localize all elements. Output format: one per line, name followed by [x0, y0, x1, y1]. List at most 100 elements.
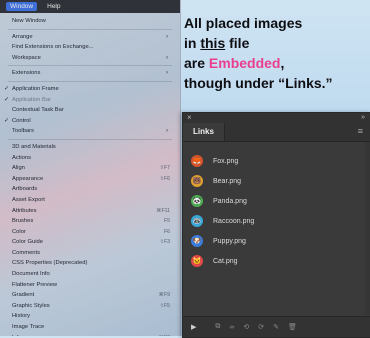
fox-icon: 🦊 [191, 155, 203, 167]
menu-item-label: Contextual Task Bar [12, 107, 64, 114]
link-item[interactable]: 🐱 Cat.png [183, 251, 370, 271]
link-item[interactable]: 🦊 Fox.png [183, 151, 370, 171]
menu-item-gradient[interactable]: Gradient ⌘F9 [0, 290, 180, 301]
close-icon[interactable]: × [187, 113, 192, 123]
collapse-icon[interactable]: » [361, 113, 365, 123]
chevron-right-icon: › [166, 70, 168, 77]
delete-icon[interactable]: 🗑 [288, 323, 297, 331]
link-item[interactable]: 🐼 Panda.png [183, 191, 370, 211]
menu-item-label: Graphic Styles [12, 302, 50, 309]
link-icon[interactable]: ∞ [229, 324, 234, 331]
menu-item-control[interactable]: ✓ Control [0, 116, 180, 127]
menu-item-label: Toolbars [12, 128, 34, 135]
menu-item-label: CSS Properties (Deprecated) [12, 260, 88, 267]
menu-item-label: Image Trace [12, 324, 45, 331]
menu-item-label: New Window [12, 18, 46, 24]
raccoon-icon: 🦝 [191, 215, 203, 227]
show-import-options-icon[interactable]: ▶ [191, 323, 196, 331]
menu-item-info[interactable]: Info⌘F8 [0, 333, 180, 336]
menu-item-shortcut: ⌘F9 [158, 292, 170, 299]
edit-original-icon[interactable]: ✎ [273, 323, 279, 331]
menu-item-appearance[interactable]: Appearance ⇧F6 [0, 174, 180, 185]
panel-header: Links ≡ [183, 123, 370, 142]
link-filename: Puppy.png [213, 237, 246, 245]
menu-item-artboards[interactable]: Artboards [0, 184, 180, 195]
tab-links[interactable]: Links [183, 123, 225, 141]
menu-item-color[interactable]: Color F6 [0, 227, 180, 238]
checkmark-icon: ✓ [4, 85, 10, 92]
links-panel: × » Links ≡ 🦊 Fox.png 🐻 Bear.png 🐼 Panda.png 🦝… [182, 112, 370, 338]
menu-item-shortcut: ⌘F8 [159, 333, 170, 336]
callout-line-3: are Embedded, [184, 53, 370, 73]
update-icon[interactable]: ⟳ [258, 323, 264, 331]
menu-item-image-trace[interactable]: Image Trace [0, 322, 180, 333]
bear-icon: 🐻 [191, 175, 203, 187]
menu-item-label: Workspace [12, 54, 41, 61]
window-menu: Window Help New Window Arrange › Find Exten… [0, 0, 181, 336]
link-item[interactable]: 🐶 Puppy.png [183, 231, 370, 251]
menu-item-actions[interactable]: Actions [0, 153, 180, 164]
menu-item-contextual-task-bar[interactable]: Contextual Task Bar [0, 105, 180, 116]
menu-item-shortcut: ⌘F11 [156, 207, 170, 214]
menu-item-label: Comments [12, 249, 41, 256]
chevron-right-icon: › [166, 128, 168, 135]
menu-item-history[interactable]: History [0, 311, 180, 322]
menu-item-label: Gradient [12, 292, 35, 299]
panel-footer: ▶ ⧉ ∞ ⟲ ⟳ ✎ 🗑 [183, 316, 370, 337]
menu-item-label: Actions [12, 154, 32, 161]
link-filename: Cat.png [213, 257, 238, 265]
menu-item-extensions[interactable]: Extensions › [0, 68, 180, 79]
callout-line-2-post: file [225, 35, 250, 51]
relink-icon[interactable]: ⧉ [215, 323, 220, 331]
menu-item-label: Color Guide [12, 239, 43, 246]
link-item[interactable]: 🦝 Raccoon.png [183, 211, 370, 231]
menu-item-application-bar[interactable]: ✓ Application Bar [0, 95, 180, 106]
menu-item-toolbars[interactable]: Toolbars › [0, 126, 180, 137]
callout-line-2-pre: in [184, 35, 201, 51]
callout-line-2: in this file [184, 33, 370, 53]
menu-item-attributes[interactable]: Attributes ⌘F11 [0, 206, 180, 217]
menu-item-comments[interactable]: Comments [0, 248, 180, 259]
menu-item-document-info[interactable]: Document Info [0, 269, 180, 280]
menu-item-workspace[interactable]: Workspace › [0, 53, 180, 64]
window-menu-list: New Window Arrange › Find Extensions on Exc… [0, 13, 180, 336]
menu-item-flattener-preview[interactable]: Flattener Preview [0, 280, 180, 291]
menu-item-shortcut: F5 [163, 218, 170, 225]
menu-item-new-window[interactable]: New Window [0, 16, 180, 27]
panel-titlebar: × » [183, 113, 370, 123]
puppy-icon: 🐶 [191, 235, 203, 247]
menu-item-application-frame[interactable]: ✓ Application Frame [0, 84, 180, 95]
menu-item-label: Control [12, 117, 31, 124]
menu-item-label: Document Info [12, 271, 50, 278]
menu-item-label: Appearance [12, 175, 44, 182]
menu-item-shortcut: ⇧F6 [159, 175, 170, 182]
callout-line-3-pre: are [184, 55, 209, 71]
scrollbar[interactable] [365, 142, 370, 315]
panel-menu-icon[interactable]: ≡ [358, 126, 363, 136]
menu-bar-window[interactable]: Window [6, 2, 38, 11]
menu-item-label: Align [12, 165, 25, 172]
menu-item-label: Application Bar [12, 96, 51, 103]
menu-item-arrange[interactable]: Arrange › [0, 32, 180, 43]
menu-item-asset-export[interactable]: Asset Export [0, 195, 180, 206]
menu-item-css-properties-deprecated[interactable]: CSS Properties (Deprecated) [0, 258, 180, 269]
menu-item-graphic-styles[interactable]: Graphic Styles ⇧F5 [0, 301, 180, 312]
menu-item-3d-and-materials[interactable]: 3D and Materials [0, 142, 180, 153]
link-item[interactable]: 🐻 Bear.png [183, 171, 370, 191]
menu-bar: Window Help [0, 0, 180, 13]
menu-bar-help[interactable]: Help [47, 3, 60, 10]
menu-item-label: Color [12, 228, 26, 235]
menu-item-label: History [12, 313, 31, 320]
menu-separator [8, 80, 172, 82]
refresh-icon[interactable]: ⟲ [243, 323, 249, 331]
menu-item-align[interactable]: Align ⇧F7 [0, 163, 180, 174]
menu-item-shortcut: ⇧F7 [159, 165, 170, 172]
callout-line-3-post: , [280, 55, 285, 71]
menu-item-color-guide[interactable]: Color Guide ⇧F3 [0, 237, 180, 248]
link-filename: Panda.png [213, 197, 247, 205]
checkmark-icon: ✓ [4, 96, 10, 103]
menu-item-label: Brushes [12, 218, 34, 225]
menu-item-find-extensions-on-exchange[interactable]: Find Extensions on Exchange... [0, 42, 180, 53]
callout-line-1: All placed images [184, 15, 303, 31]
menu-item-brushes[interactable]: Brushes F5 [0, 216, 180, 227]
